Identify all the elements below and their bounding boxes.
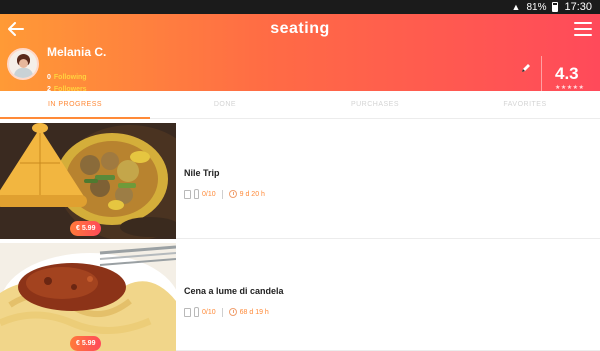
tab-in-progress[interactable]: IN PROGRESS bbox=[0, 91, 150, 119]
item-title[interactable]: Nile Trip bbox=[184, 168, 220, 178]
following-count: 0 bbox=[47, 74, 51, 81]
price-badge: € 5.99 bbox=[70, 336, 102, 351]
user-name[interactable]: Melania C. bbox=[47, 45, 106, 59]
item-duration: 68 d 19 h bbox=[239, 308, 269, 316]
profile-header: seating Melania C. 0 Following 2 Followers… bbox=[0, 14, 600, 94]
pasta-dish-image: € 5.99 bbox=[0, 243, 176, 351]
meta-divider bbox=[221, 307, 223, 317]
tagine-dish-image: € 5.99 bbox=[0, 123, 176, 239]
item-meta: 0/10 68 d 19 h bbox=[184, 307, 269, 317]
clock-icon bbox=[228, 190, 237, 198]
hamburger-menu-icon[interactable] bbox=[574, 22, 592, 36]
battery-percent: 81% bbox=[526, 1, 547, 13]
following-label: Following bbox=[53, 74, 87, 81]
tab-purchases[interactable]: PURCHASES bbox=[300, 91, 450, 118]
clock-icon bbox=[228, 308, 237, 316]
app-title: seating bbox=[270, 20, 330, 37]
tab-done[interactable]: DONE bbox=[150, 91, 300, 118]
menu-list: € 5.99 Nile Trip 0/10 9 d 20 h € 5.99 Ce… bbox=[0, 119, 600, 351]
tab-bar: IN PROGRESS DONE PURCHASES FAVORITES bbox=[0, 91, 600, 119]
item-duration: 9 d 20 h bbox=[239, 190, 265, 198]
header-divider bbox=[541, 56, 542, 94]
tab-favorites[interactable]: FAVORITES bbox=[450, 91, 600, 118]
glass-icon bbox=[184, 189, 191, 199]
item-progress: 0/10 bbox=[202, 190, 216, 198]
item-title[interactable]: Cena a lume di candela bbox=[184, 286, 284, 296]
battery-icon bbox=[552, 2, 559, 12]
rating-stars: ★★★★★ bbox=[555, 85, 585, 91]
price-badge: € 5.99 bbox=[70, 221, 102, 236]
status-time: 17:30 bbox=[564, 1, 592, 13]
following-stat[interactable]: 0 Following bbox=[47, 74, 87, 81]
bottle-icon bbox=[194, 189, 199, 199]
list-item[interactable]: € 5.99 Cena a lume di candela 0/10 68 d … bbox=[0, 239, 600, 351]
edit-pencil-icon[interactable] bbox=[521, 60, 531, 72]
glass-icon bbox=[184, 307, 191, 317]
status-bar: ▲ 81% 17:30 bbox=[0, 0, 600, 14]
item-progress: 0/10 bbox=[202, 308, 216, 316]
rating-value: 4.3 bbox=[555, 64, 579, 83]
wifi-icon: ▲ bbox=[511, 2, 521, 12]
item-meta: 0/10 9 d 20 h bbox=[184, 189, 265, 199]
list-item[interactable]: € 5.99 Nile Trip 0/10 9 d 20 h bbox=[0, 119, 600, 239]
bottle-icon bbox=[194, 307, 199, 317]
avatar[interactable] bbox=[7, 48, 39, 80]
meta-divider bbox=[221, 189, 223, 199]
